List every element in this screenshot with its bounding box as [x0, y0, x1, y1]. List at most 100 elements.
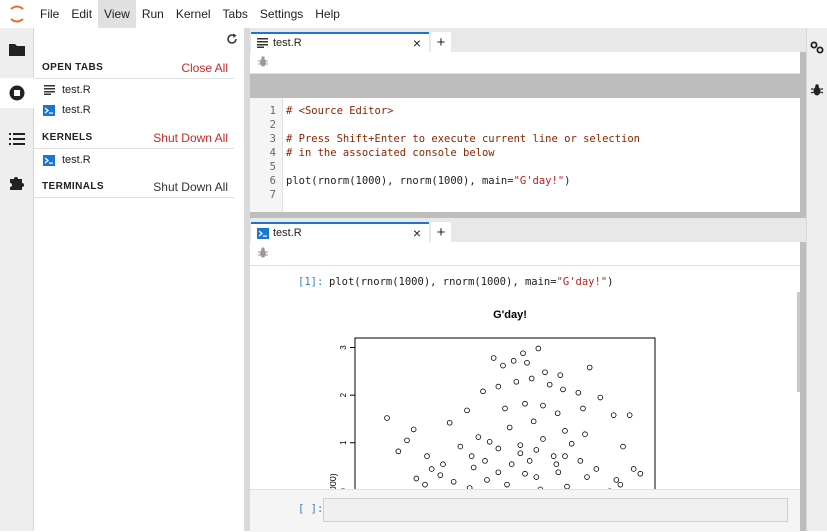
tab-editor-test-r[interactable]: test.R ×: [251, 32, 429, 52]
scatter-point: [536, 346, 541, 351]
menu-edit[interactable]: Edit: [65, 0, 98, 28]
shut-down-all-kernels-button[interactable]: Shut Down All: [153, 131, 228, 145]
console-input[interactable]: [323, 498, 788, 522]
console-icon: [42, 104, 56, 116]
scatter-point: [578, 458, 583, 463]
console-output-area[interactable]: [1]: plot(rnorm(1000), rnorm(1000), main…: [250, 266, 800, 489]
scatter-point: [543, 370, 548, 375]
scatter-point: [569, 441, 574, 446]
line-number: 6: [270, 175, 276, 187]
debugger-icon[interactable]: [258, 56, 268, 70]
code-line: # <Source Editor>: [286, 105, 393, 117]
kernel-item[interactable]: test.R: [42, 150, 91, 170]
console-toolbar: [250, 242, 800, 266]
scatter-point: [576, 390, 581, 395]
scatter-point: [447, 420, 452, 425]
tab-label: test.R: [273, 227, 302, 239]
terminals-heading: TERMINALS: [42, 181, 104, 192]
left-sidebar-rail: [0, 28, 34, 531]
shut-down-all-terminals-button[interactable]: Shut Down All: [153, 180, 228, 194]
scatter-point: [581, 406, 586, 411]
scatter-point: [411, 427, 416, 432]
scatter-point: [503, 406, 508, 411]
editor-tabbar: test.R × +: [250, 28, 806, 52]
open-tab-item[interactable]: test.R: [42, 100, 91, 120]
scatter-point: [555, 411, 560, 416]
list-icon[interactable]: [0, 124, 33, 154]
menu-tabs[interactable]: Tabs: [217, 0, 254, 28]
scatter-point: [556, 470, 561, 475]
scatter-point: [396, 449, 401, 454]
debugger-icon[interactable]: [258, 247, 268, 261]
scatter-plot: G'day! rnorm(1000) -10123: [330, 302, 670, 489]
scatter-point: [583, 432, 588, 437]
open-tab-item[interactable]: test.R: [42, 80, 91, 100]
scatter-point: [429, 467, 434, 472]
scatter-point: [638, 471, 643, 476]
scatter-point: [631, 467, 636, 472]
scatter-point: [627, 413, 632, 418]
terminals-header: TERMINALS Shut Down All: [34, 176, 234, 198]
gears-icon[interactable]: [810, 41, 824, 57]
y-axis: -10123: [339, 345, 355, 489]
menu-bar: File Edit View Run Kernel Tabs Settings …: [0, 0, 827, 28]
console-icon: [42, 154, 56, 166]
scatter-point: [554, 462, 559, 467]
code-line: plot(rnorm(1000), rnorm(1000), main="G'd…: [286, 175, 570, 187]
scatter-points: [371, 346, 642, 489]
scatter-point: [505, 482, 510, 487]
open-tab-label: test.R: [62, 84, 91, 96]
add-tab-button[interactable]: +: [431, 222, 451, 242]
scatter-point: [476, 435, 481, 440]
stop-circle-icon[interactable]: [0, 78, 34, 108]
scatter-point: [541, 403, 546, 408]
menu-help[interactable]: Help: [309, 0, 346, 28]
scatter-point: [496, 446, 501, 451]
code-line: # Press Shift+Enter to execute current l…: [286, 133, 640, 145]
close-icon[interactable]: ×: [413, 225, 421, 241]
editor-toolbar: [250, 52, 800, 74]
scatter-point: [561, 387, 566, 392]
scatter-point: [481, 389, 486, 394]
scatter-point: [551, 454, 556, 459]
scatter-point: [469, 454, 474, 459]
puzzle-icon[interactable]: [0, 168, 33, 198]
code-string: "G'day!": [514, 175, 565, 187]
scatter-point: [563, 454, 568, 459]
code-editor[interactable]: 1 2 3 4 5 6 7 # <Source Editor> # Press …: [250, 98, 800, 212]
code-text: plot(rnorm(1000), rnorm(1000), main=: [329, 276, 557, 288]
scatter-point: [518, 443, 523, 448]
y-tick-label: 2: [339, 392, 348, 397]
scatter-point: [471, 465, 476, 470]
menu-kernel[interactable]: Kernel: [170, 0, 217, 28]
line-number: 2: [270, 119, 276, 131]
scrollbar-thumb[interactable]: [797, 292, 800, 392]
scatter-point: [441, 462, 446, 467]
menu-settings[interactable]: Settings: [254, 0, 309, 28]
console-input-area: [ ]:: [250, 489, 800, 532]
folder-icon[interactable]: [0, 34, 33, 64]
tab-console-test-r[interactable]: test.R ×: [251, 222, 429, 242]
jupyter-logo-icon: [0, 0, 34, 28]
code-line: # in the associated console below: [286, 147, 495, 159]
refresh-icon[interactable]: [226, 32, 238, 48]
scatter-point: [483, 458, 488, 463]
scatter-point: [621, 444, 626, 449]
menu-run[interactable]: Run: [136, 0, 170, 28]
chart-title: G'day!: [493, 309, 527, 321]
scatter-point: [534, 475, 539, 480]
scatter-point: [507, 425, 512, 430]
menu-file[interactable]: File: [34, 0, 65, 28]
scatter-point: [618, 482, 623, 487]
scatter-point: [525, 360, 530, 365]
add-tab-button[interactable]: +: [431, 32, 451, 52]
bug-icon[interactable]: [811, 84, 823, 99]
main-dock-area: test.R × + 1 2 3 4 5 6 7 # <Source Edito…: [250, 28, 806, 531]
cell-code: plot(rnorm(1000), rnorm(1000), main="G'd…: [329, 276, 613, 288]
close-icon[interactable]: ×: [413, 35, 421, 51]
y-tick-label: 1: [339, 440, 348, 445]
scatter-point: [527, 458, 532, 463]
close-all-button[interactable]: Close All: [181, 61, 228, 75]
kernels-heading: KERNELS: [42, 132, 93, 143]
menu-view[interactable]: View: [98, 0, 136, 28]
